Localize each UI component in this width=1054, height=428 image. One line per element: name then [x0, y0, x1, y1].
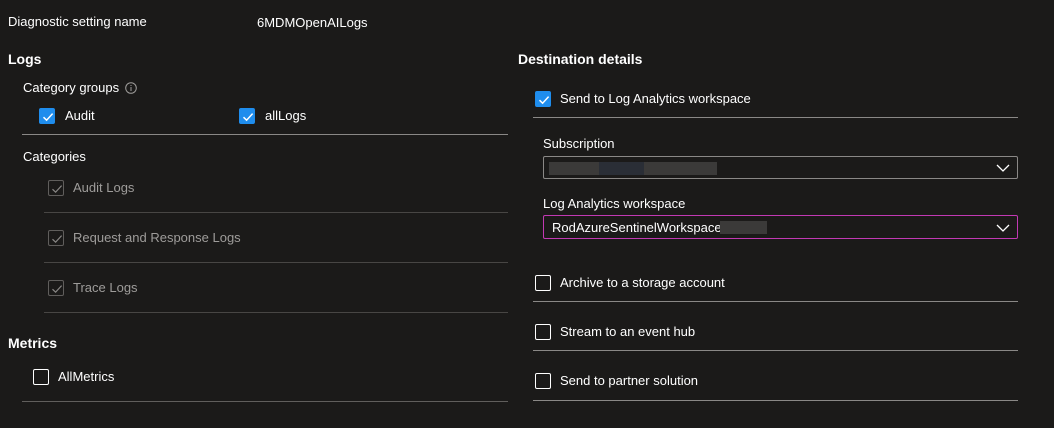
chevron-down-icon: [996, 224, 1010, 232]
event-hub-label: Stream to an event hub: [560, 324, 696, 339]
diagnostic-setting-name-label: Diagnostic setting name: [8, 14, 147, 29]
partner-solution-label: Send to partner solution: [560, 373, 699, 388]
divider: [533, 117, 1018, 118]
subscription-dropdown[interactable]: [543, 156, 1018, 179]
category-groups-label: Category groups: [23, 80, 120, 95]
redacted-block: [644, 162, 717, 175]
partner-solution-checkbox[interactable]: [535, 373, 551, 389]
archive-storage-label: Archive to a storage account: [560, 275, 725, 290]
divider: [22, 401, 508, 402]
all-logs-checkbox[interactable]: [239, 108, 255, 124]
redacted-block: [549, 162, 599, 175]
divider: [44, 312, 508, 313]
request-response-logs-checkbox[interactable]: [48, 230, 64, 246]
trace-logs-checkbox[interactable]: [48, 280, 64, 296]
categories-label: Categories: [23, 149, 86, 164]
event-hub-checkbox[interactable]: [535, 324, 551, 340]
audit-logs-checkbox[interactable]: [48, 180, 64, 196]
divider: [44, 262, 508, 263]
checkmark-icon: [42, 113, 54, 122]
audit-checkbox[interactable]: [39, 108, 55, 124]
divider: [533, 350, 1018, 351]
subscription-label: Subscription: [543, 136, 615, 151]
log-analytics-label: Send to Log Analytics workspace: [560, 91, 751, 106]
archive-storage-checkbox[interactable]: [535, 275, 551, 291]
workspace-label: Log Analytics workspace: [543, 196, 686, 211]
divider: [22, 134, 508, 135]
all-logs-label: allLogs: [265, 108, 307, 123]
workspace-value: RodAzureSentinelWorkspace: [552, 220, 722, 235]
log-analytics-checkbox[interactable]: [535, 91, 551, 107]
request-response-logs-label: Request and Response Logs: [73, 230, 241, 245]
divider: [44, 212, 508, 213]
redacted-block: [599, 162, 644, 175]
metrics-heading: Metrics: [8, 335, 58, 351]
checkmark-icon: [52, 235, 63, 244]
audit-logs-label: Audit Logs: [73, 180, 135, 195]
trace-logs-label: Trace Logs: [73, 280, 138, 295]
checkmark-icon: [52, 285, 63, 294]
workspace-dropdown[interactable]: RodAzureSentinelWorkspace: [543, 215, 1018, 239]
divider: [533, 400, 1018, 401]
chevron-down-icon: [996, 164, 1010, 172]
all-metrics-label: AllMetrics: [58, 369, 115, 384]
divider: [533, 301, 1018, 302]
all-metrics-checkbox[interactable]: [33, 369, 49, 385]
destination-details-heading: Destination details: [518, 51, 643, 67]
logs-heading: Logs: [8, 51, 42, 67]
checkmark-icon: [538, 96, 550, 105]
redacted-block: [720, 221, 767, 234]
checkmark-icon: [242, 113, 254, 122]
audit-label: Audit: [65, 108, 95, 123]
diagnostic-setting-name-value: 6MDMOpenAILogs: [257, 15, 368, 30]
info-icon[interactable]: [125, 81, 137, 94]
checkmark-icon: [52, 185, 63, 194]
